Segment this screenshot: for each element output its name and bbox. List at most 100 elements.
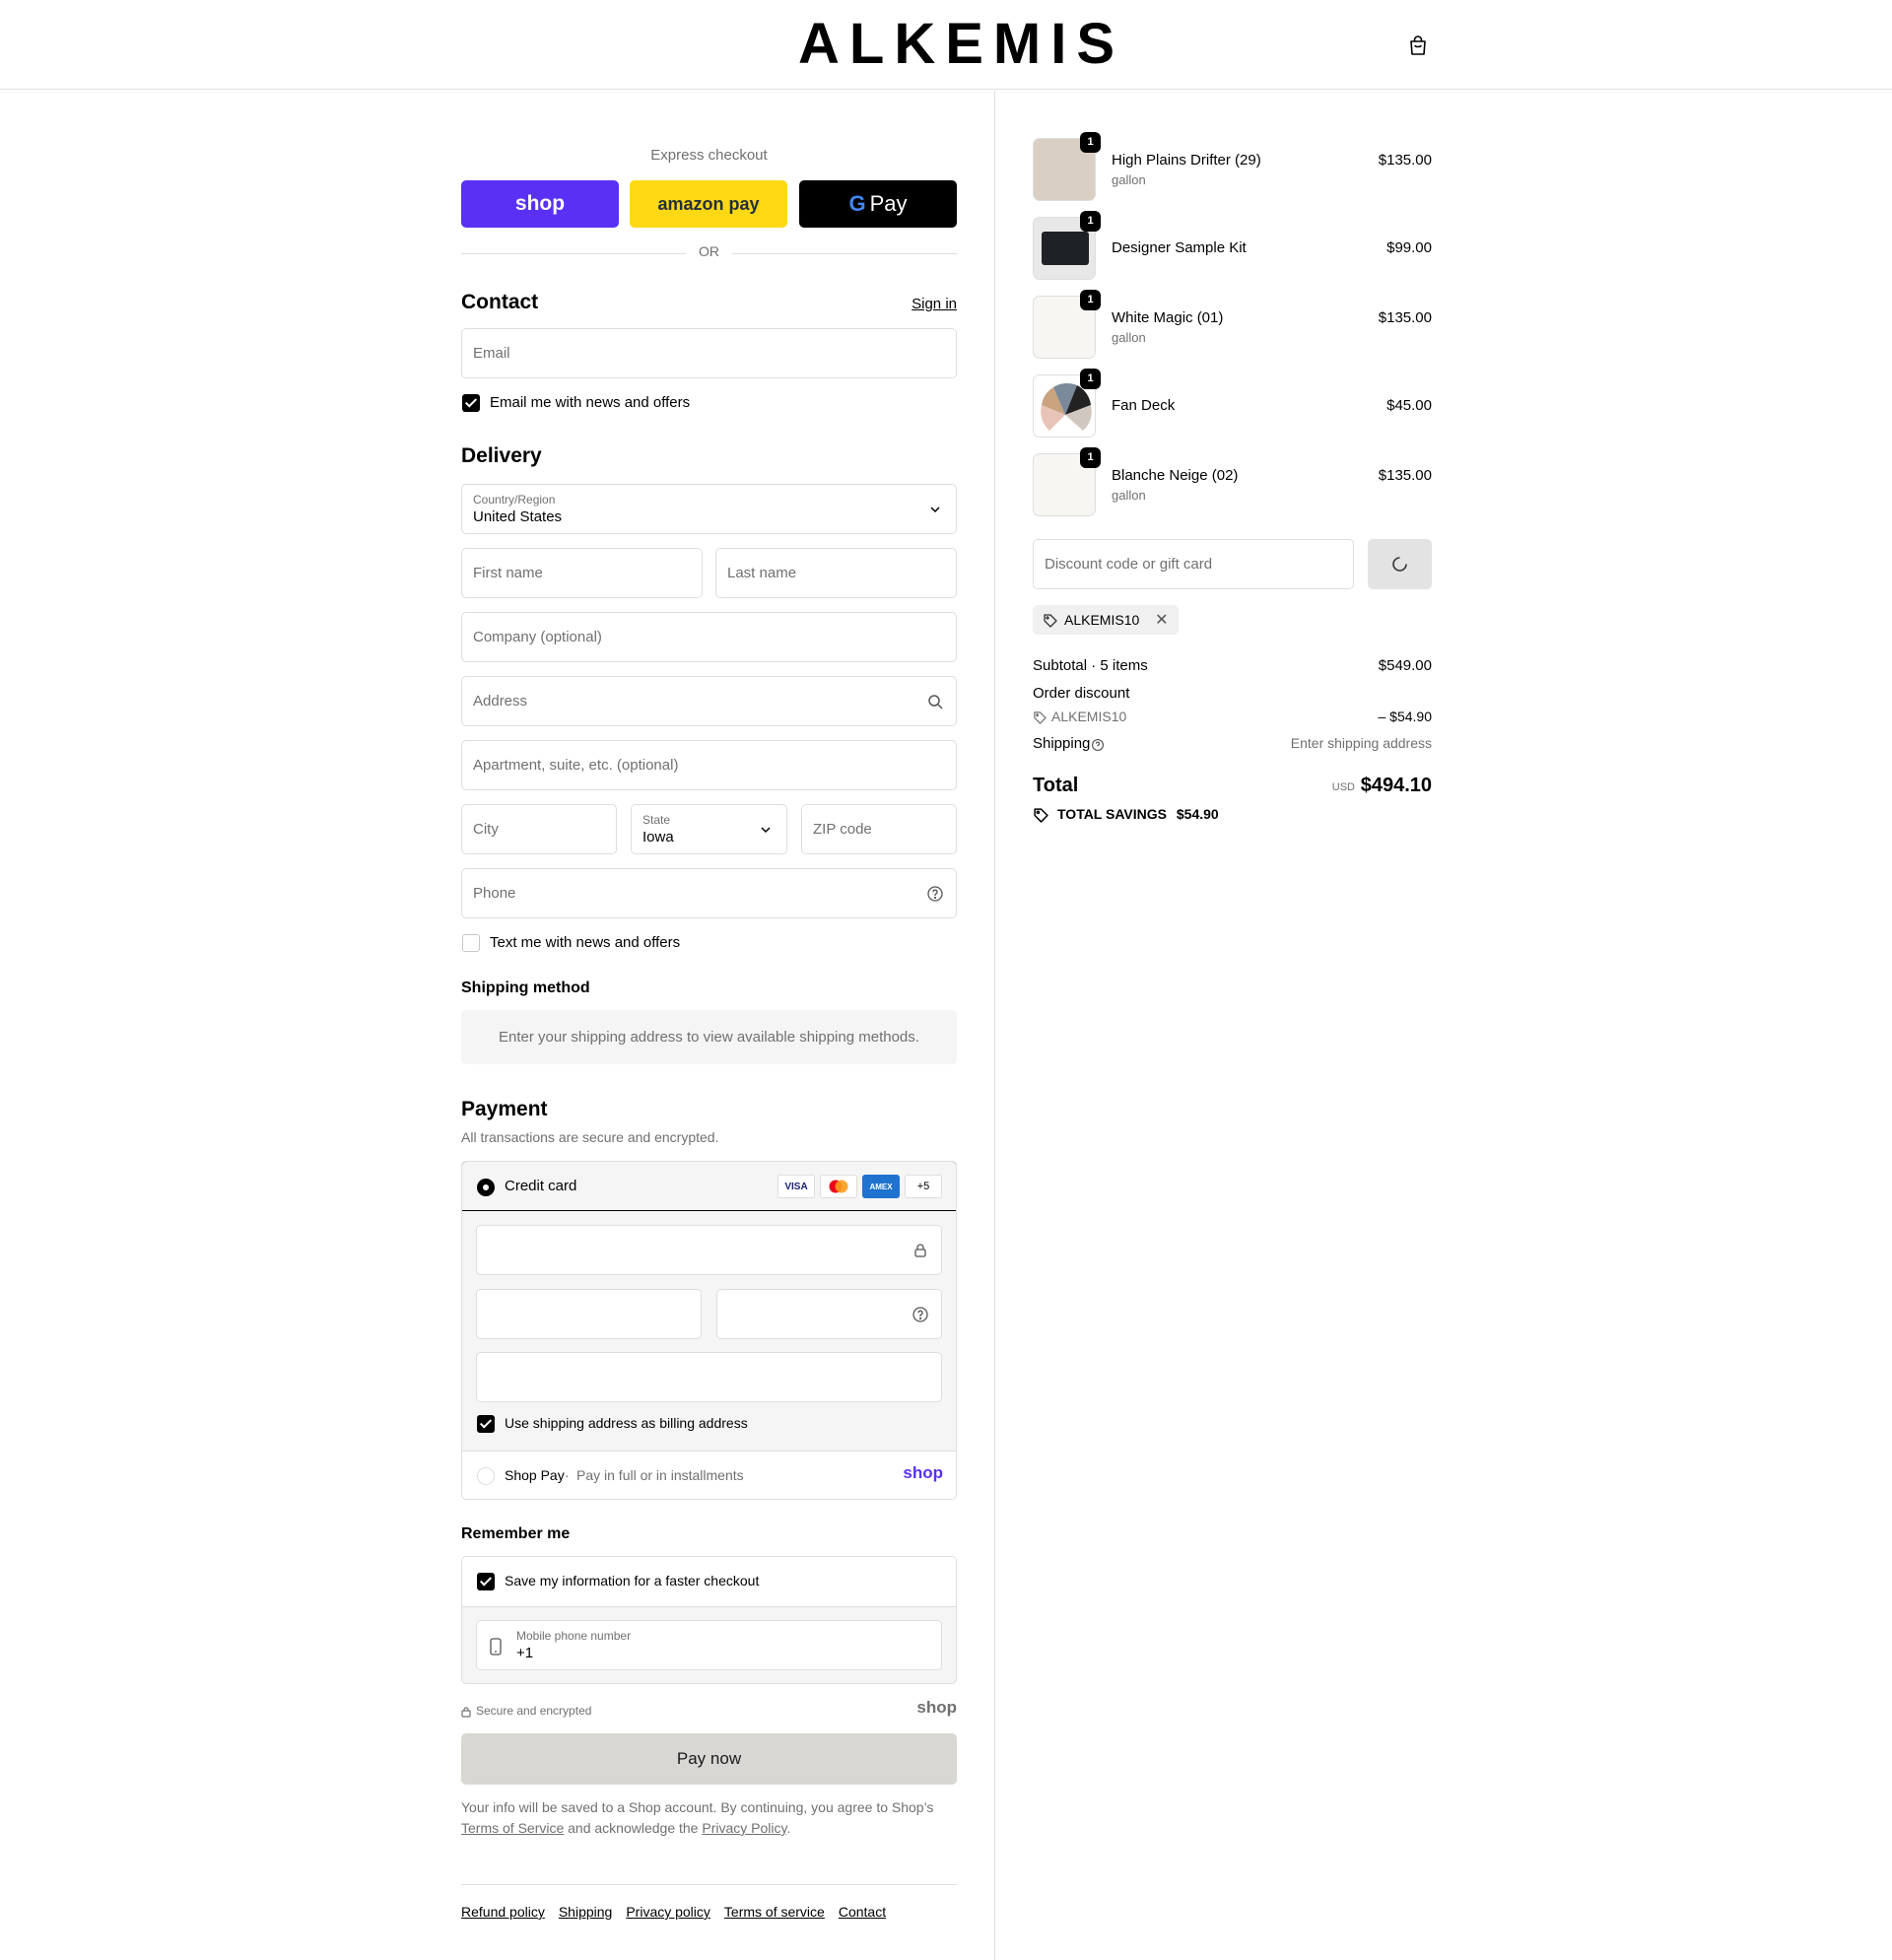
shop-logo: shop — [903, 1463, 943, 1482]
apartment-field[interactable]: Apartment, suite, etc. (optional) — [461, 740, 957, 790]
save-info-label: Save my information for a faster checkou… — [505, 1573, 760, 1588]
remove-discount-icon[interactable]: ✕ — [1155, 612, 1168, 629]
more-cards-badge: +5 — [905, 1175, 942, 1198]
item-variant: gallon — [1112, 488, 1146, 503]
cart-item: 1 High Plains Drifter (29) gallon $135.0… — [1033, 132, 1432, 201]
shipping-value: Enter shipping address — [1290, 735, 1432, 751]
mobile-phone-label: Mobile phone number — [516, 1629, 632, 1643]
email-field[interactable]: Email — [461, 328, 957, 378]
last-name-field[interactable]: Last name — [715, 548, 957, 598]
help-circle-icon[interactable] — [1091, 738, 1105, 752]
email-news-label: Email me with news and offers — [490, 394, 691, 411]
shop-pay-radio[interactable] — [477, 1467, 495, 1485]
or-label: OR — [699, 243, 719, 259]
discount-code-label: ALKEMIS10 — [1051, 709, 1127, 724]
first-name-field[interactable]: First name — [461, 548, 703, 598]
cart-item: 1 White Magic (01) gallon $135.00 — [1033, 290, 1432, 359]
remember-me-box: Save my information for a faster checkou… — [461, 1556, 957, 1684]
shop-pay-button[interactable]: shop — [461, 180, 619, 228]
order-discount-label: Order discount — [1033, 685, 1130, 702]
total-savings-label: TOTAL SAVINGS — [1057, 806, 1167, 822]
city-field[interactable]: City — [461, 804, 617, 854]
amazon-pay-label: amazon pay — [657, 193, 760, 214]
item-price: $45.00 — [1386, 397, 1432, 414]
shipping-row: Shipping Enter shipping address — [1033, 735, 1432, 752]
item-price: $135.00 — [1378, 309, 1432, 326]
text-news-label: Text me with news and offers — [490, 934, 681, 951]
sign-in-link[interactable]: Sign in — [912, 296, 957, 312]
credit-card-option[interactable]: Credit card VISA AMEX +5 — [462, 1162, 956, 1211]
company-placeholder: Company (optional) — [473, 629, 602, 645]
total-savings-value: $54.90 — [1176, 806, 1219, 822]
discount-value: – $54.90 — [1378, 709, 1433, 724]
email-placeholder: Email — [473, 345, 510, 362]
legal-line: Your info will be saved to a Shop accoun… — [461, 1799, 934, 1815]
terms-of-service-link[interactable]: Terms of Service — [461, 1820, 564, 1836]
apply-discount-button[interactable] — [1368, 539, 1432, 589]
payment-subtitle: All transactions are secure and encrypte… — [461, 1129, 719, 1145]
credit-card-radio[interactable] — [477, 1179, 495, 1196]
country-value: United States — [473, 508, 563, 525]
brand-logo[interactable]: ALKEMIS — [798, 14, 1115, 75]
phone-field[interactable]: Phone — [461, 868, 957, 918]
security-code-field[interactable] — [716, 1289, 942, 1339]
text-news-checkbox[interactable] — [462, 934, 480, 952]
country-select[interactable]: Country/Region United States — [461, 484, 957, 534]
last-name-placeholder: Last name — [727, 565, 797, 581]
billing-address-checkbox[interactable] — [477, 1415, 495, 1433]
amazon-pay-button[interactable]: amazon pay — [630, 180, 787, 228]
save-info-checkbox[interactable] — [477, 1573, 495, 1590]
privacy-policy-link[interactable]: Privacy Policy — [702, 1820, 786, 1836]
applied-discount-code: ALKEMIS10 — [1064, 612, 1140, 628]
shipping-method-message: Enter your shipping address to view avai… — [461, 1010, 957, 1064]
tag-icon — [1034, 711, 1047, 724]
email-news-checkbox[interactable] — [462, 394, 480, 412]
shopping-bag-icon[interactable] — [1407, 34, 1429, 56]
refund-policy-link[interactable]: Refund policy — [461, 1904, 545, 1920]
order-discount-row: Order discount — [1033, 685, 1432, 702]
mobile-phone-field[interactable]: Mobile phone number +1 — [476, 1620, 942, 1670]
privacy-policy-footer-link[interactable]: Privacy policy — [626, 1904, 710, 1920]
name-on-card-field[interactable] — [476, 1352, 942, 1402]
company-field[interactable]: Company (optional) — [461, 612, 957, 662]
payment-heading: Payment — [461, 1098, 548, 1120]
discount-code-field[interactable]: Discount code or gift card — [1033, 539, 1354, 589]
amex-icon: AMEX — [862, 1175, 900, 1198]
shop-pay-separator: · — [565, 1467, 570, 1483]
help-circle-icon[interactable] — [912, 1306, 929, 1323]
shop-pay-description: Pay in full or in installments — [576, 1467, 744, 1483]
state-select[interactable]: State Iowa — [631, 804, 787, 854]
shop-pay-option[interactable]: Shop Pay · Pay in full or in installment… — [462, 1451, 956, 1499]
help-circle-icon[interactable] — [926, 885, 944, 903]
pay-now-button[interactable]: Pay now — [461, 1733, 957, 1785]
shipping-label: Shipping — [1033, 735, 1091, 752]
footer-divider — [461, 1884, 957, 1885]
loading-spinner-icon — [1392, 557, 1407, 572]
quantity-badge: 1 — [1080, 290, 1101, 310]
legal-middle: and acknowledge the — [568, 1820, 699, 1836]
address-field[interactable]: Address — [461, 676, 957, 726]
currency-label: USD — [1331, 781, 1355, 793]
shop-pay-label: shop — [514, 192, 566, 215]
zip-field[interactable]: ZIP code — [801, 804, 957, 854]
discount-code-row: ALKEMIS10 – $54.90 — [1033, 709, 1432, 725]
google-pay-button[interactable]: G Pay — [799, 180, 957, 228]
mastercard-icon — [820, 1175, 857, 1198]
phone-placeholder: Phone — [473, 885, 516, 902]
legal-text: Your info will be saved to a Shop accoun… — [461, 1797, 957, 1839]
item-price: $99.00 — [1386, 239, 1432, 256]
country-label: Country/Region — [473, 493, 556, 507]
contact-link[interactable]: Contact — [839, 1904, 886, 1920]
tag-icon — [1044, 614, 1057, 628]
billing-address-label: Use shipping address as billing address — [505, 1415, 748, 1431]
shipping-link[interactable]: Shipping — [559, 1904, 613, 1920]
quantity-badge: 1 — [1080, 369, 1101, 389]
terms-of-service-footer-link[interactable]: Terms of service — [724, 1904, 825, 1920]
item-price: $135.00 — [1378, 467, 1432, 484]
tag-icon — [1034, 808, 1048, 823]
shipping-method-heading: Shipping method — [461, 980, 590, 996]
expiration-date-field[interactable] — [476, 1289, 702, 1339]
card-number-field[interactable] — [476, 1225, 942, 1275]
quantity-badge: 1 — [1080, 132, 1101, 153]
google-pay-label: Pay — [869, 191, 908, 216]
